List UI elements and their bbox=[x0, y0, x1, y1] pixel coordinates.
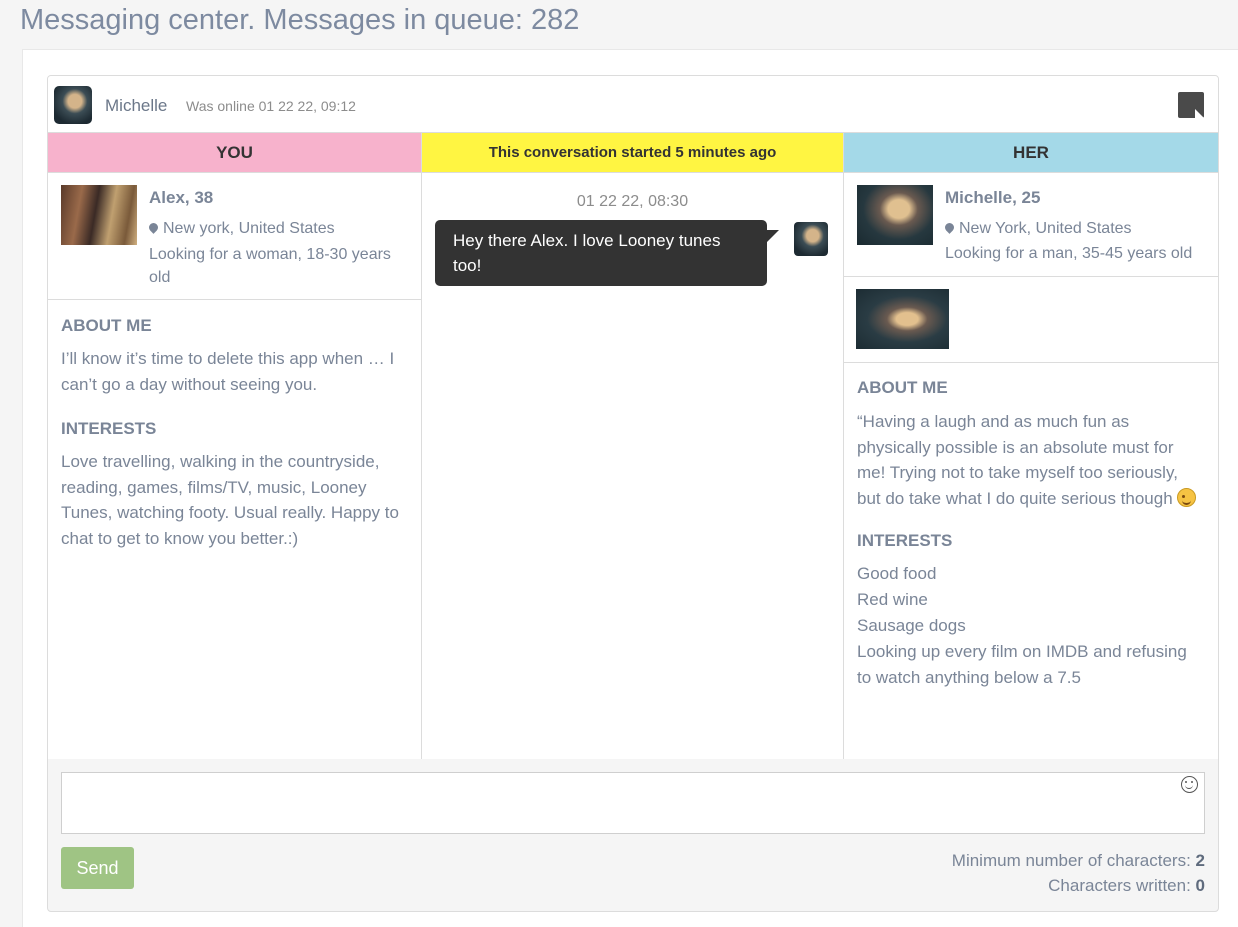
page-title: Messaging center. Messages in queue: 282 bbox=[20, 4, 580, 36]
you-profile-photo[interactable] bbox=[61, 185, 137, 245]
characters-written-label: Characters written: bbox=[1048, 876, 1196, 895]
her-column: HER Michelle, 25 New York, United States… bbox=[844, 133, 1218, 759]
you-interests-text: Love travelling, walking in the countrys… bbox=[61, 452, 399, 548]
you-about-text: I’ll know it’s time to delete this app w… bbox=[61, 349, 395, 394]
winking-emoji-icon bbox=[1177, 487, 1197, 507]
her-about-section: ABOUT ME “Having a laugh and as much fun… bbox=[844, 378, 1218, 691]
her-column-header: HER bbox=[844, 133, 1218, 173]
her-gallery-photo[interactable] bbox=[856, 289, 949, 349]
character-counter: Minimum number of characters: 2 Characte… bbox=[952, 848, 1205, 898]
message-item: Hey there Alex. I love Looney tunes too! bbox=[422, 211, 843, 291]
her-name-age: Michelle, 25 bbox=[945, 188, 1041, 207]
list-item: Sausage dogs bbox=[857, 616, 966, 635]
header-name[interactable]: Michelle bbox=[105, 96, 167, 116]
her-about-text: “Having a laugh and as much fun as physi… bbox=[857, 412, 1178, 508]
message-bubble: Hey there Alex. I love Looney tunes too! bbox=[435, 220, 767, 286]
her-about-title: ABOUT ME bbox=[857, 378, 948, 397]
characters-written-line: Characters written: 0 bbox=[952, 873, 1205, 898]
her-interests-title: INTERESTS bbox=[857, 531, 953, 550]
you-column: YOU Alex, 38 New york, United States Loo… bbox=[48, 133, 422, 759]
conversation-header: Michelle Was online 01 22 22, 09:12 bbox=[48, 76, 1218, 133]
map-marker-icon bbox=[943, 221, 956, 234]
conversation-started-banner: This conversation started 5 minutes ago bbox=[422, 133, 843, 173]
you-profile: Alex, 38 New york, United States Looking… bbox=[48, 173, 421, 300]
message-timestamp: 01 22 22, 08:30 bbox=[576, 193, 689, 210]
you-name-age: Alex, 38 bbox=[149, 188, 214, 207]
her-seeking: Looking for a man, 35-45 years old bbox=[945, 245, 1193, 262]
message-compose-box bbox=[61, 772, 1205, 834]
sticky-note-icon[interactable] bbox=[1178, 92, 1204, 118]
her-photo-gallery bbox=[844, 277, 1218, 363]
min-characters-value: 2 bbox=[1195, 851, 1205, 870]
you-about-section: ABOUT ME I’ll know it’s time to delete t… bbox=[48, 316, 421, 551]
her-interests-list: Good food Red wine Sausage dogs Looking … bbox=[857, 561, 1205, 691]
you-column-header: YOU bbox=[48, 133, 421, 173]
you-location-text: New york, United States bbox=[163, 220, 335, 237]
you-location: New york, United States bbox=[147, 220, 335, 238]
header-avatar[interactable] bbox=[54, 86, 92, 124]
her-location-text: New York, United States bbox=[959, 220, 1132, 237]
message-sender-avatar bbox=[794, 222, 828, 256]
messages-column: This conversation started 5 minutes ago … bbox=[422, 133, 844, 759]
her-profile: Michelle, 25 New York, United States Loo… bbox=[844, 173, 1218, 277]
list-item: Red wine bbox=[857, 590, 928, 609]
her-profile-photo[interactable] bbox=[857, 185, 933, 245]
you-seeking: Looking for a woman, 18-30 years old bbox=[149, 246, 391, 286]
send-button[interactable]: Send bbox=[61, 847, 134, 889]
list-item: Looking up every film on IMDB and refusi… bbox=[857, 642, 1187, 687]
her-location: New York, United States bbox=[943, 220, 1132, 238]
smiley-icon[interactable] bbox=[1181, 776, 1198, 793]
min-characters-label: Minimum number of characters: bbox=[951, 851, 1196, 870]
characters-written-value: 0 bbox=[1195, 876, 1205, 895]
conversation-panel: Michelle Was online 01 22 22, 09:12 YOU … bbox=[47, 75, 1219, 912]
message-input[interactable] bbox=[62, 773, 1204, 833]
min-characters-line: Minimum number of characters: 2 bbox=[952, 848, 1205, 873]
map-marker-icon bbox=[147, 221, 160, 234]
list-item: Good food bbox=[857, 564, 937, 583]
her-about-block: “Having a laugh and as much fun as physi… bbox=[857, 409, 1205, 511]
online-status: Was online 01 22 22, 09:12 bbox=[186, 98, 356, 114]
you-about-title: ABOUT ME bbox=[61, 316, 152, 335]
you-interests-title: INTERESTS bbox=[61, 419, 157, 438]
